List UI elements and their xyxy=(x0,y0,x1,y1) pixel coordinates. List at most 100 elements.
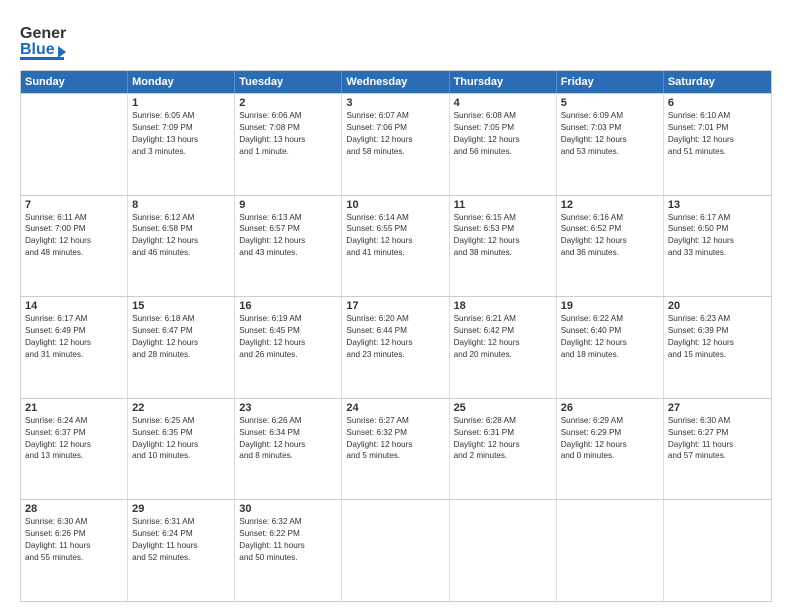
day-info: Sunrise: 6:16 AMSunset: 6:52 PMDaylight:… xyxy=(561,212,659,260)
table-row: 25Sunrise: 6:28 AMSunset: 6:31 PMDayligh… xyxy=(450,399,557,500)
calendar-row: 28Sunrise: 6:30 AMSunset: 6:26 PMDayligh… xyxy=(21,499,771,601)
calendar-body: 1Sunrise: 6:05 AMSunset: 7:09 PMDaylight… xyxy=(21,93,771,601)
day-info: Sunrise: 6:17 AMSunset: 6:50 PMDaylight:… xyxy=(668,212,767,260)
header-thursday: Thursday xyxy=(450,71,557,93)
day-number: 15 xyxy=(132,300,230,312)
day-number: 28 xyxy=(25,503,123,515)
day-number: 26 xyxy=(561,402,659,414)
day-number: 11 xyxy=(454,199,552,211)
table-row: 11Sunrise: 6:15 AMSunset: 6:53 PMDayligh… xyxy=(450,196,557,297)
table-row: 19Sunrise: 6:22 AMSunset: 6:40 PMDayligh… xyxy=(557,297,664,398)
day-number: 22 xyxy=(132,402,230,414)
day-number: 10 xyxy=(346,199,444,211)
day-number: 29 xyxy=(132,503,230,515)
table-row: 1Sunrise: 6:05 AMSunset: 7:09 PMDaylight… xyxy=(128,94,235,195)
table-row: 29Sunrise: 6:31 AMSunset: 6:24 PMDayligh… xyxy=(128,500,235,601)
header-monday: Monday xyxy=(128,71,235,93)
day-number: 12 xyxy=(561,199,659,211)
table-row: 15Sunrise: 6:18 AMSunset: 6:47 PMDayligh… xyxy=(128,297,235,398)
calendar: Sunday Monday Tuesday Wednesday Thursday… xyxy=(20,70,772,602)
calendar-header: Sunday Monday Tuesday Wednesday Thursday… xyxy=(21,71,771,93)
table-row: 21Sunrise: 6:24 AMSunset: 6:37 PMDayligh… xyxy=(21,399,128,500)
day-number: 18 xyxy=(454,300,552,312)
table-row: 28Sunrise: 6:30 AMSunset: 6:26 PMDayligh… xyxy=(21,500,128,601)
day-info: Sunrise: 6:12 AMSunset: 6:58 PMDaylight:… xyxy=(132,212,230,260)
header-tuesday: Tuesday xyxy=(235,71,342,93)
day-info: Sunrise: 6:18 AMSunset: 6:47 PMDaylight:… xyxy=(132,313,230,361)
day-info: Sunrise: 6:08 AMSunset: 7:05 PMDaylight:… xyxy=(454,110,552,158)
table-row: 12Sunrise: 6:16 AMSunset: 6:52 PMDayligh… xyxy=(557,196,664,297)
day-number: 14 xyxy=(25,300,123,312)
day-info: Sunrise: 6:13 AMSunset: 6:57 PMDaylight:… xyxy=(239,212,337,260)
day-number: 20 xyxy=(668,300,767,312)
day-number: 16 xyxy=(239,300,337,312)
table-row xyxy=(450,500,557,601)
day-info: Sunrise: 6:31 AMSunset: 6:24 PMDaylight:… xyxy=(132,516,230,564)
day-number: 23 xyxy=(239,402,337,414)
day-number: 24 xyxy=(346,402,444,414)
day-info: Sunrise: 6:30 AMSunset: 6:26 PMDaylight:… xyxy=(25,516,123,564)
day-info: Sunrise: 6:26 AMSunset: 6:34 PMDaylight:… xyxy=(239,415,337,463)
day-number: 6 xyxy=(668,97,767,109)
day-info: Sunrise: 6:28 AMSunset: 6:31 PMDaylight:… xyxy=(454,415,552,463)
table-row: 17Sunrise: 6:20 AMSunset: 6:44 PMDayligh… xyxy=(342,297,449,398)
day-number: 17 xyxy=(346,300,444,312)
table-row xyxy=(21,94,128,195)
day-number: 21 xyxy=(25,402,123,414)
table-row: 2Sunrise: 6:06 AMSunset: 7:08 PMDaylight… xyxy=(235,94,342,195)
day-info: Sunrise: 6:11 AMSunset: 7:00 PMDaylight:… xyxy=(25,212,123,260)
day-number: 4 xyxy=(454,97,552,109)
day-info: Sunrise: 6:10 AMSunset: 7:01 PMDaylight:… xyxy=(668,110,767,158)
table-row: 9Sunrise: 6:13 AMSunset: 6:57 PMDaylight… xyxy=(235,196,342,297)
table-row: 7Sunrise: 6:11 AMSunset: 7:00 PMDaylight… xyxy=(21,196,128,297)
day-info: Sunrise: 6:09 AMSunset: 7:03 PMDaylight:… xyxy=(561,110,659,158)
day-number: 1 xyxy=(132,97,230,109)
table-row: 23Sunrise: 6:26 AMSunset: 6:34 PMDayligh… xyxy=(235,399,342,500)
svg-text:Blue: Blue xyxy=(20,41,55,58)
table-row xyxy=(342,500,449,601)
calendar-row: 14Sunrise: 6:17 AMSunset: 6:49 PMDayligh… xyxy=(21,296,771,398)
day-info: Sunrise: 6:15 AMSunset: 6:53 PMDaylight:… xyxy=(454,212,552,260)
table-row: 6Sunrise: 6:10 AMSunset: 7:01 PMDaylight… xyxy=(664,94,771,195)
day-number: 9 xyxy=(239,199,337,211)
day-info: Sunrise: 6:32 AMSunset: 6:22 PMDaylight:… xyxy=(239,516,337,564)
table-row: 10Sunrise: 6:14 AMSunset: 6:55 PMDayligh… xyxy=(342,196,449,297)
page: General Blue Sunday Monday Tuesday Wedne… xyxy=(0,0,792,612)
day-info: Sunrise: 6:24 AMSunset: 6:37 PMDaylight:… xyxy=(25,415,123,463)
header-wednesday: Wednesday xyxy=(342,71,449,93)
svg-text:General: General xyxy=(20,25,66,42)
header-friday: Friday xyxy=(557,71,664,93)
day-info: Sunrise: 6:27 AMSunset: 6:32 PMDaylight:… xyxy=(346,415,444,463)
day-info: Sunrise: 6:06 AMSunset: 7:08 PMDaylight:… xyxy=(239,110,337,158)
table-row: 22Sunrise: 6:25 AMSunset: 6:35 PMDayligh… xyxy=(128,399,235,500)
calendar-row: 21Sunrise: 6:24 AMSunset: 6:37 PMDayligh… xyxy=(21,398,771,500)
table-row: 8Sunrise: 6:12 AMSunset: 6:58 PMDaylight… xyxy=(128,196,235,297)
day-info: Sunrise: 6:14 AMSunset: 6:55 PMDaylight:… xyxy=(346,212,444,260)
day-info: Sunrise: 6:21 AMSunset: 6:42 PMDaylight:… xyxy=(454,313,552,361)
table-row: 3Sunrise: 6:07 AMSunset: 7:06 PMDaylight… xyxy=(342,94,449,195)
day-info: Sunrise: 6:19 AMSunset: 6:45 PMDaylight:… xyxy=(239,313,337,361)
table-row: 30Sunrise: 6:32 AMSunset: 6:22 PMDayligh… xyxy=(235,500,342,601)
table-row: 14Sunrise: 6:17 AMSunset: 6:49 PMDayligh… xyxy=(21,297,128,398)
day-number: 7 xyxy=(25,199,123,211)
table-row xyxy=(557,500,664,601)
day-number: 30 xyxy=(239,503,337,515)
day-info: Sunrise: 6:05 AMSunset: 7:09 PMDaylight:… xyxy=(132,110,230,158)
day-info: Sunrise: 6:25 AMSunset: 6:35 PMDaylight:… xyxy=(132,415,230,463)
day-info: Sunrise: 6:30 AMSunset: 6:27 PMDaylight:… xyxy=(668,415,767,463)
table-row: 20Sunrise: 6:23 AMSunset: 6:39 PMDayligh… xyxy=(664,297,771,398)
day-info: Sunrise: 6:22 AMSunset: 6:40 PMDaylight:… xyxy=(561,313,659,361)
table-row: 16Sunrise: 6:19 AMSunset: 6:45 PMDayligh… xyxy=(235,297,342,398)
day-number: 25 xyxy=(454,402,552,414)
day-info: Sunrise: 6:17 AMSunset: 6:49 PMDaylight:… xyxy=(25,313,123,361)
table-row: 5Sunrise: 6:09 AMSunset: 7:03 PMDaylight… xyxy=(557,94,664,195)
day-number: 3 xyxy=(346,97,444,109)
day-info: Sunrise: 6:23 AMSunset: 6:39 PMDaylight:… xyxy=(668,313,767,361)
table-row xyxy=(664,500,771,601)
table-row: 26Sunrise: 6:29 AMSunset: 6:29 PMDayligh… xyxy=(557,399,664,500)
header-saturday: Saturday xyxy=(664,71,771,93)
day-info: Sunrise: 6:29 AMSunset: 6:29 PMDaylight:… xyxy=(561,415,659,463)
table-row: 24Sunrise: 6:27 AMSunset: 6:32 PMDayligh… xyxy=(342,399,449,500)
day-number: 8 xyxy=(132,199,230,211)
table-row: 27Sunrise: 6:30 AMSunset: 6:27 PMDayligh… xyxy=(664,399,771,500)
